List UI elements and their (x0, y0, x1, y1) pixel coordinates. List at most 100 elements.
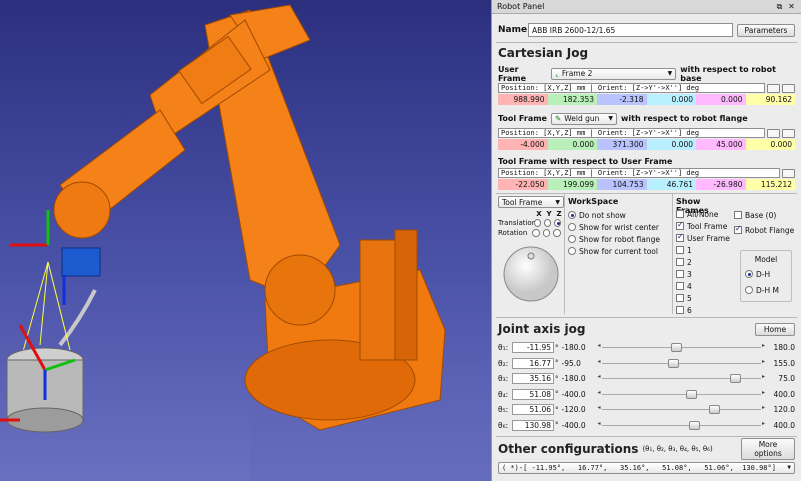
joint-value-field[interactable]: 130.98 (512, 419, 554, 431)
translation-x-radio[interactable] (534, 219, 541, 227)
base-check-box[interactable] (734, 211, 742, 219)
joint-slider[interactable]: ◂ ▸ (598, 420, 765, 431)
slider-handle[interactable] (671, 343, 683, 352)
coord-value[interactable]: 0.000 (547, 139, 597, 150)
dhm-radio[interactable] (745, 286, 753, 294)
slider-left-icon[interactable]: ◂ (598, 373, 601, 380)
slider-right-icon[interactable]: ▸ (762, 389, 765, 396)
paste-icon[interactable] (782, 128, 795, 138)
slider-handle[interactable] (668, 358, 679, 368)
parameters-button[interactable]: Parameters (737, 23, 795, 37)
translation-y-radio[interactable] (544, 219, 551, 227)
show-frame-checkbox[interactable] (676, 210, 684, 218)
slider-left-icon[interactable]: ◂ (598, 420, 601, 427)
slider-right-icon[interactable]: ▸ (762, 404, 765, 411)
coord-value[interactable]: 988.990 (498, 94, 548, 105)
workspace-radio[interactable] (568, 211, 576, 219)
robot-flange-checkbox[interactable]: Robot Flange (734, 224, 798, 236)
joint-slider[interactable]: ◂ ▸ (598, 404, 765, 415)
workspace-radio[interactable] (568, 247, 576, 255)
tool-frame-value-row[interactable]: -4.000 0.000 371.300 0.000 45.000 0.000 (498, 139, 795, 150)
workspace-option[interactable]: Show for robot flange (568, 233, 668, 245)
show-frame-checkbox[interactable] (676, 220, 684, 230)
joint-value-field[interactable]: 16.77 (512, 357, 554, 369)
show-frame-item[interactable]: 4 (676, 280, 734, 292)
configuration-combo[interactable]: ( *)-[ -11.95°, 16.77°, 35.16°, 51.08°, … (498, 461, 795, 474)
restore-icon[interactable]: ⧉ (775, 2, 784, 12)
copy-icon[interactable] (782, 168, 795, 178)
coord-value[interactable]: 104.753 (597, 179, 647, 190)
joint-slider[interactable]: ◂ ▸ (598, 373, 765, 384)
model-dhm-option[interactable]: D-H M (745, 284, 787, 296)
jog-frame-combo[interactable]: Tool Frame ▼ (498, 196, 564, 208)
slider-right-icon[interactable]: ▸ (762, 420, 765, 427)
tool-frame-combo[interactable]: ✎ Weld gun ▼ (550, 112, 617, 125)
slider-right-icon[interactable]: ▸ (762, 373, 765, 380)
joint-value-field[interactable]: -11.95 (512, 342, 554, 353)
show-frame-item[interactable]: Tool Frame (676, 220, 734, 232)
show-frame-checkbox[interactable] (676, 294, 684, 302)
coord-value[interactable]: 0.000 (696, 94, 746, 105)
coord-value[interactable]: 0.000 (745, 139, 795, 150)
coord-value[interactable]: 115.212 (745, 179, 795, 190)
rotation-x-radio[interactable] (532, 229, 540, 237)
slider-right-icon[interactable]: ▸ (762, 342, 765, 349)
coord-value[interactable]: -26.980 (696, 179, 746, 190)
user-frame-value-row[interactable]: 988.990 182.353 -2.318 0.000 0.000 90.162 (498, 94, 795, 105)
joint-value-field[interactable]: 35.16 (512, 373, 554, 384)
show-frame-item[interactable]: 6 (676, 304, 734, 316)
show-frame-checkbox[interactable] (676, 258, 684, 266)
show-frame-item[interactable]: 5 (676, 292, 734, 304)
coord-value[interactable]: 199.099 (547, 179, 597, 190)
rotation-y-radio[interactable] (542, 229, 551, 237)
coord-value[interactable]: 371.300 (597, 139, 647, 150)
rotation-z-radio[interactable] (553, 229, 562, 237)
coord-value[interactable]: -4.000 (498, 139, 548, 150)
coord-value[interactable]: 45.000 (696, 139, 746, 150)
coord-value[interactable]: 46.761 (646, 179, 696, 190)
translation-z-radio[interactable] (554, 219, 561, 227)
user-frame-combo[interactable]: ⌞ Frame 2 ▼ (551, 67, 677, 80)
joint-slider[interactable]: ◂ ▸ (598, 358, 765, 369)
close-icon[interactable]: ✕ (787, 2, 796, 11)
more-options-button[interactable]: More options (741, 438, 795, 460)
show-frame-checkbox[interactable] (676, 306, 684, 314)
show-frame-item[interactable]: User Frame (676, 232, 734, 244)
workspace-radio[interactable] (568, 235, 576, 243)
show-frame-checkbox[interactable] (676, 246, 684, 254)
coord-value[interactable]: 0.000 (646, 94, 696, 105)
slider-handle[interactable] (709, 405, 721, 414)
coord-value[interactable]: -22.050 (498, 179, 548, 190)
base-checkbox[interactable]: Base (0) (734, 209, 798, 221)
joint-value-field[interactable]: 51.06 (512, 404, 554, 415)
jog-dial[interactable] (501, 244, 561, 304)
show-frame-item[interactable]: 1 (676, 244, 734, 256)
robot-name-field[interactable]: ABB IRB 2600-12/1.65 (528, 23, 733, 37)
joint-value-field[interactable]: 51.08 (512, 388, 554, 400)
flange-check-box[interactable] (734, 224, 742, 234)
model-dh-option[interactable]: D-H (745, 268, 787, 280)
slider-handle[interactable] (729, 374, 741, 383)
coord-value[interactable]: -2.318 (597, 94, 647, 105)
workspace-option[interactable]: Do not show (568, 209, 668, 221)
copy-icon[interactable] (767, 83, 780, 93)
workspace-option[interactable]: Show for current tool (568, 245, 668, 257)
show-frame-item[interactable]: 2 (676, 256, 734, 268)
show-frame-checkbox[interactable] (676, 270, 684, 278)
paste-icon[interactable] (782, 83, 795, 93)
slider-left-icon[interactable]: ◂ (598, 358, 601, 365)
copy-icon[interactable] (767, 128, 780, 138)
joint-slider[interactable]: ◂ ▸ (598, 389, 765, 400)
workspace-radio[interactable] (568, 223, 576, 231)
slider-handle[interactable] (689, 420, 700, 430)
show-frame-checkbox[interactable] (676, 232, 684, 242)
slider-left-icon[interactable]: ◂ (598, 389, 601, 396)
coord-value[interactable]: 182.353 (547, 94, 597, 105)
coord-value[interactable]: 90.162 (745, 94, 795, 105)
coord-value[interactable]: 0.000 (646, 139, 696, 150)
slider-left-icon[interactable]: ◂ (598, 342, 601, 349)
dh-radio[interactable] (745, 270, 753, 278)
slider-right-icon[interactable]: ▸ (762, 358, 765, 365)
joint-slider[interactable]: ◂ ▸ (598, 342, 765, 353)
show-frame-checkbox[interactable] (676, 282, 684, 290)
